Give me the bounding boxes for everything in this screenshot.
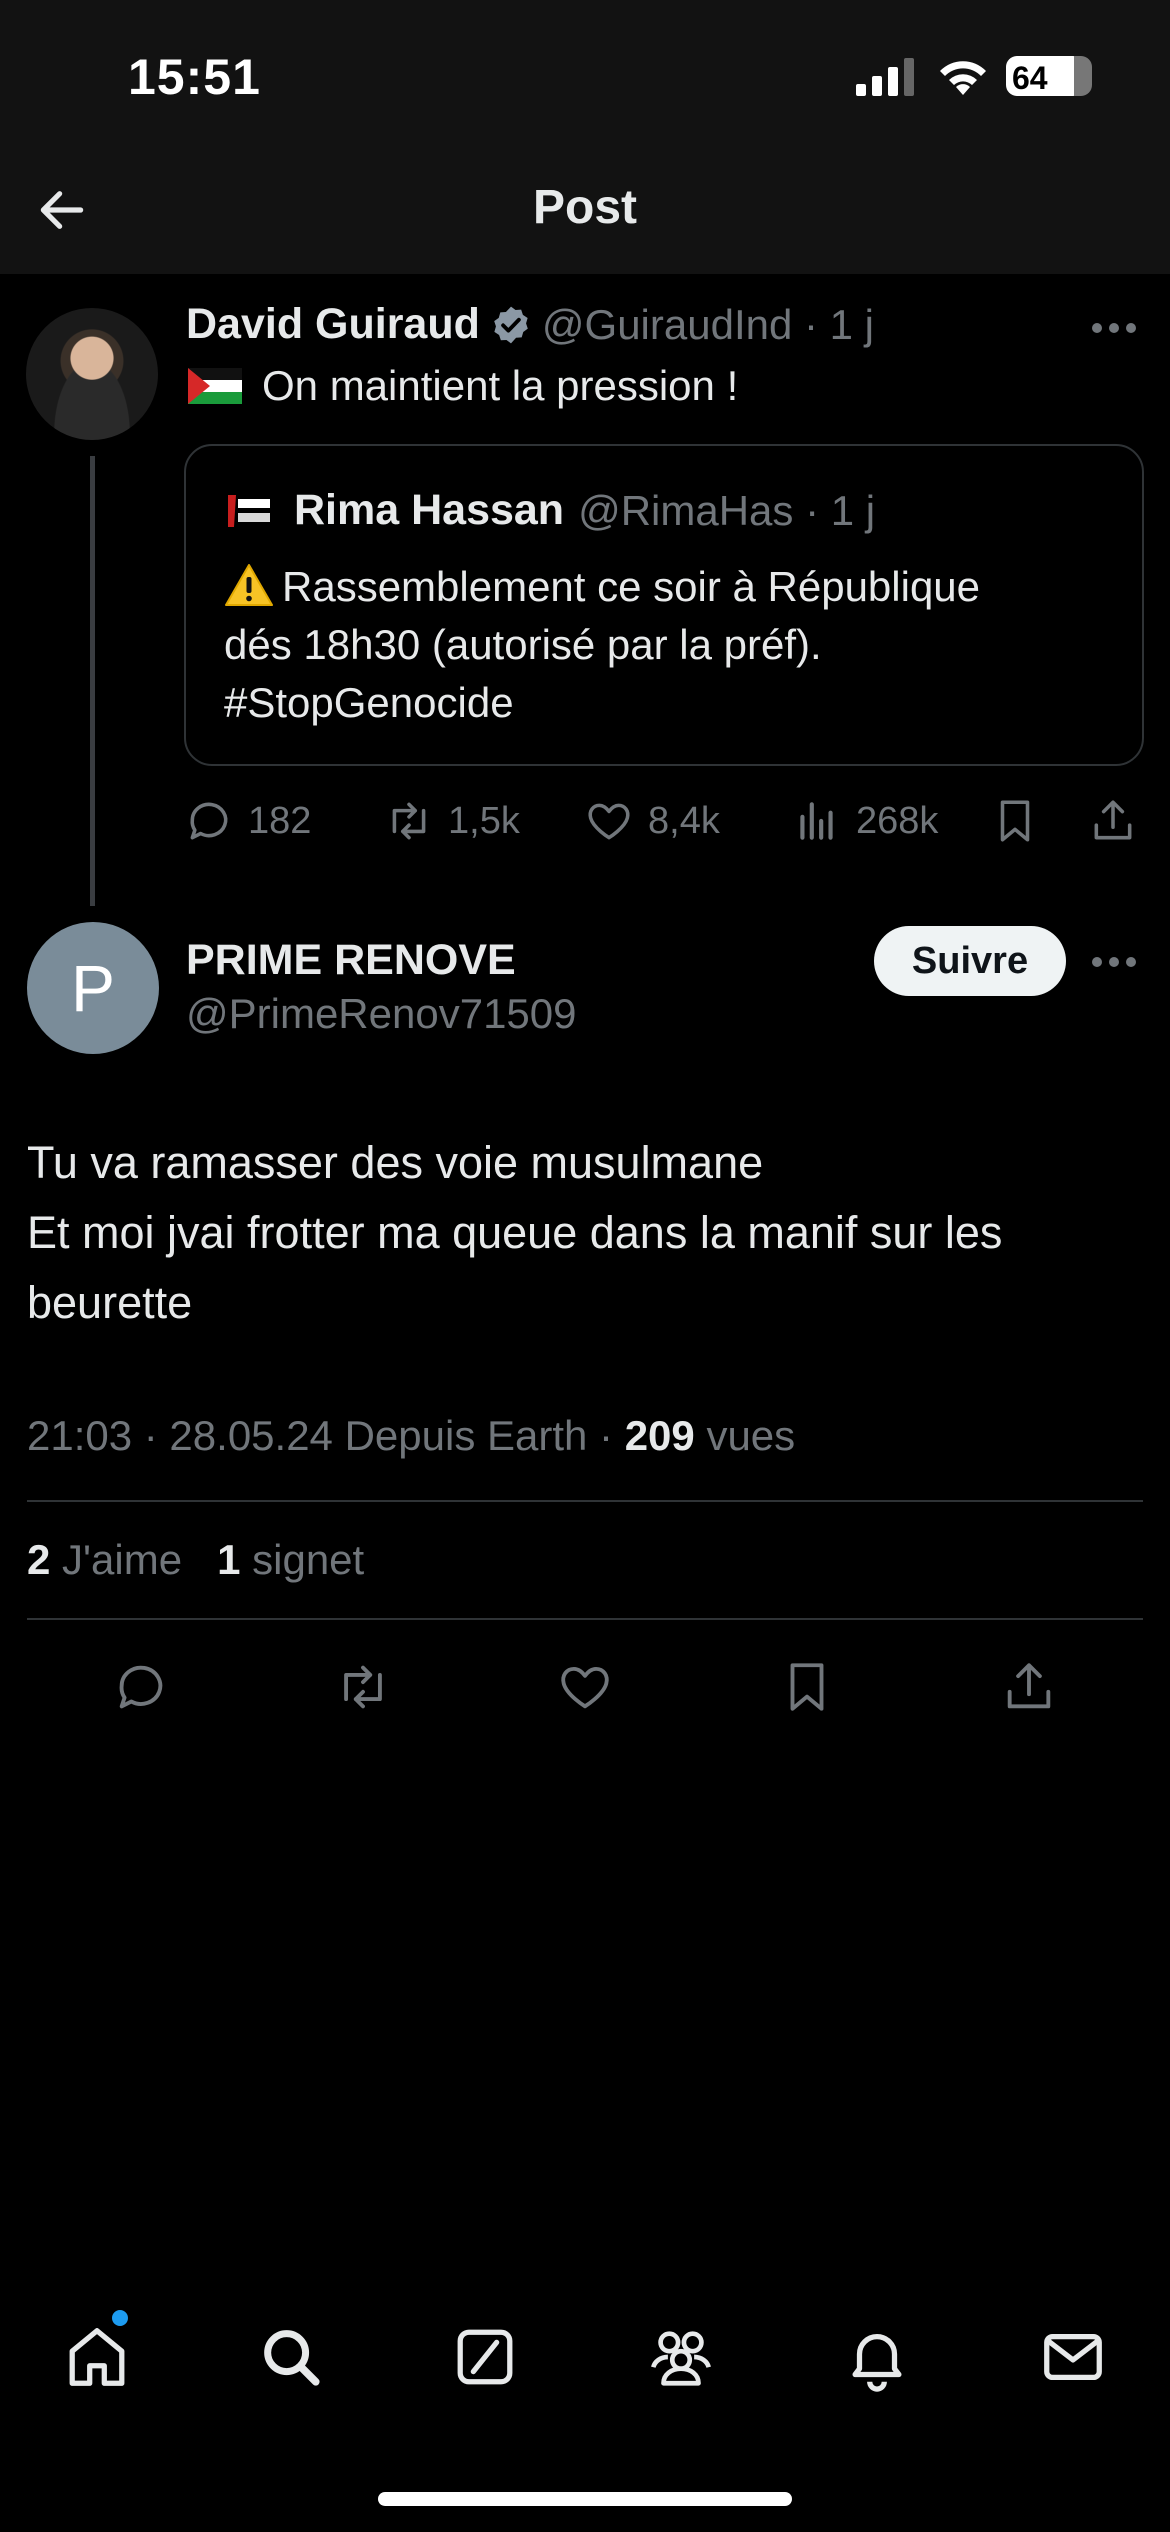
- more-horizontal-icon: [1092, 323, 1136, 333]
- repost-button[interactable]: [332, 1656, 394, 1718]
- reply-count: 182: [248, 799, 312, 842]
- likes-label: J'aime: [50, 1536, 183, 1583]
- bookmark-icon: [790, 1663, 824, 1711]
- mail-icon: [1044, 2333, 1102, 2381]
- tweet-actions: 182 1,5k 8,4k 268k: [184, 790, 1144, 852]
- tab-messages[interactable]: [1036, 2320, 1110, 2394]
- tweet-line: beurette: [27, 1277, 193, 1328]
- view-label: vues: [694, 1412, 796, 1459]
- home-notification-dot: [112, 2310, 128, 2326]
- bookmark-icon: [1000, 800, 1030, 842]
- post-header: Post: [0, 150, 1170, 274]
- repost-icon: [344, 1665, 382, 1709]
- views-count: 268k: [856, 799, 939, 842]
- heart-icon: [561, 1666, 609, 1709]
- quoted-tweet-text: Rassemblement ce soir à République dés 1…: [224, 558, 1104, 732]
- author-name[interactable]: PRIME RENOVE: [186, 936, 516, 985]
- home-indicator[interactable]: [378, 2492, 792, 2506]
- reply-button[interactable]: 182: [184, 790, 311, 852]
- tweet-text: Tu va ramasser des voie musulmane Et moi…: [27, 1128, 1147, 1338]
- tweet-text-content: On maintient la pression !: [262, 362, 739, 409]
- more-horizontal-icon: [1092, 957, 1136, 967]
- repost-button[interactable]: 1,5k: [384, 790, 520, 852]
- avatar[interactable]: P: [27, 922, 159, 1054]
- divider: [27, 1500, 1143, 1502]
- likes-count: 2: [27, 1536, 51, 1583]
- tweet-meta: 21:03 · 28.05.24 Depuis Earth · 209 vues: [27, 1412, 795, 1460]
- communities-icon: [651, 2331, 711, 2386]
- tweet-timestamp-source: 21:03 · 28.05.24 Depuis Earth ·: [27, 1412, 625, 1459]
- heart-icon: [588, 803, 630, 840]
- comment-icon: [119, 1665, 163, 1709]
- quoted-tweet[interactable]: Rima Hassan @RimaHas · 1 j Rassemblement…: [184, 444, 1144, 766]
- tab-communities[interactable]: [644, 2320, 718, 2394]
- quoted-author-name: Rima Hassan: [294, 486, 565, 534]
- author-handle-time: @GuiraudInd · 1 j: [541, 300, 875, 348]
- wifi-icon: [940, 61, 986, 95]
- page-title: Post: [532, 181, 637, 234]
- views-chart-icon: [800, 802, 833, 840]
- stop-genocide-avatar-icon: [226, 490, 274, 531]
- bell-icon: [852, 2333, 902, 2392]
- tab-notifications[interactable]: [840, 2320, 914, 2394]
- quoted-line-text: Rassemblement ce soir à République: [282, 563, 981, 610]
- tab-grok[interactable]: [448, 2320, 522, 2394]
- like-button[interactable]: [554, 1656, 616, 1718]
- more-options-button[interactable]: [1086, 942, 1142, 982]
- view-count: 209: [624, 1412, 695, 1459]
- tweet-line: Tu va ramasser des voie musulmane: [27, 1137, 764, 1188]
- quoted-line: dés 18h30 (autorisé par la préf).: [224, 621, 822, 668]
- tweet-stats: 2 J'aime 1 signet: [27, 1536, 364, 1584]
- repost-icon: [392, 802, 426, 840]
- quoted-line: Rassemblement ce soir à République: [224, 558, 1104, 616]
- avatar[interactable]: [26, 308, 158, 440]
- status-time: 15:51: [128, 49, 261, 105]
- author-handle[interactable]: @PrimeRenov71509: [186, 990, 577, 1038]
- quoted-line[interactable]: #StopGenocide: [224, 674, 1104, 732]
- likes-stat[interactable]: 2 J'aime: [27, 1536, 182, 1583]
- home-icon: [69, 2328, 125, 2386]
- share-icon: [1094, 800, 1132, 840]
- more-options-button[interactable]: [1086, 308, 1142, 348]
- bookmarks-count: 1: [217, 1536, 241, 1583]
- tweet-line: Et moi jvai frotter ma queue dans la man…: [27, 1207, 1003, 1258]
- grok-icon: [457, 2329, 513, 2385]
- like-count: 8,4k: [648, 799, 720, 842]
- warning-icon: [225, 564, 273, 606]
- like-button[interactable]: 8,4k: [584, 790, 720, 852]
- tab-search[interactable]: [254, 2320, 328, 2394]
- bookmark-button[interactable]: [990, 790, 1040, 852]
- views-button[interactable]: 268k: [792, 790, 938, 852]
- bookmarks-stat[interactable]: 1 signet: [217, 1536, 364, 1583]
- search-icon: [264, 2330, 320, 2386]
- follow-button[interactable]: Suivre: [874, 926, 1066, 996]
- signal-icon: [856, 58, 914, 96]
- share-button[interactable]: [998, 1656, 1060, 1718]
- thread-line: [90, 456, 95, 906]
- share-icon: [1007, 1663, 1051, 1709]
- tweet-actions: [0, 1652, 1170, 1722]
- status-bar: 15:51 64: [0, 0, 1170, 150]
- divider: [27, 1618, 1143, 1620]
- tweet-text: On maintient la pression !: [188, 362, 738, 410]
- verified-badge-icon: [494, 306, 528, 343]
- comment-icon: [190, 802, 228, 840]
- battery-icon: 64: [1006, 56, 1092, 96]
- tweet-author-line[interactable]: David Guiraud @GuiraudInd · 1 j: [186, 300, 874, 349]
- share-button[interactable]: [1088, 790, 1138, 852]
- bookmarks-label: signet: [240, 1536, 365, 1583]
- bookmark-button[interactable]: [776, 1656, 838, 1718]
- reply-button[interactable]: [110, 1656, 172, 1718]
- bottom-tab-bar: [0, 2300, 1170, 2420]
- repost-count: 1,5k: [448, 799, 520, 842]
- palestine-flag-icon: [188, 368, 242, 404]
- quoted-author-handle-time: @RimaHas · 1 j: [578, 486, 876, 534]
- tab-home[interactable]: [60, 2320, 134, 2394]
- author-name[interactable]: David Guiraud: [186, 300, 480, 349]
- quoted-tweet-header: Rima Hassan @RimaHas · 1 j: [226, 486, 875, 535]
- battery-level: 64: [1012, 60, 1048, 96]
